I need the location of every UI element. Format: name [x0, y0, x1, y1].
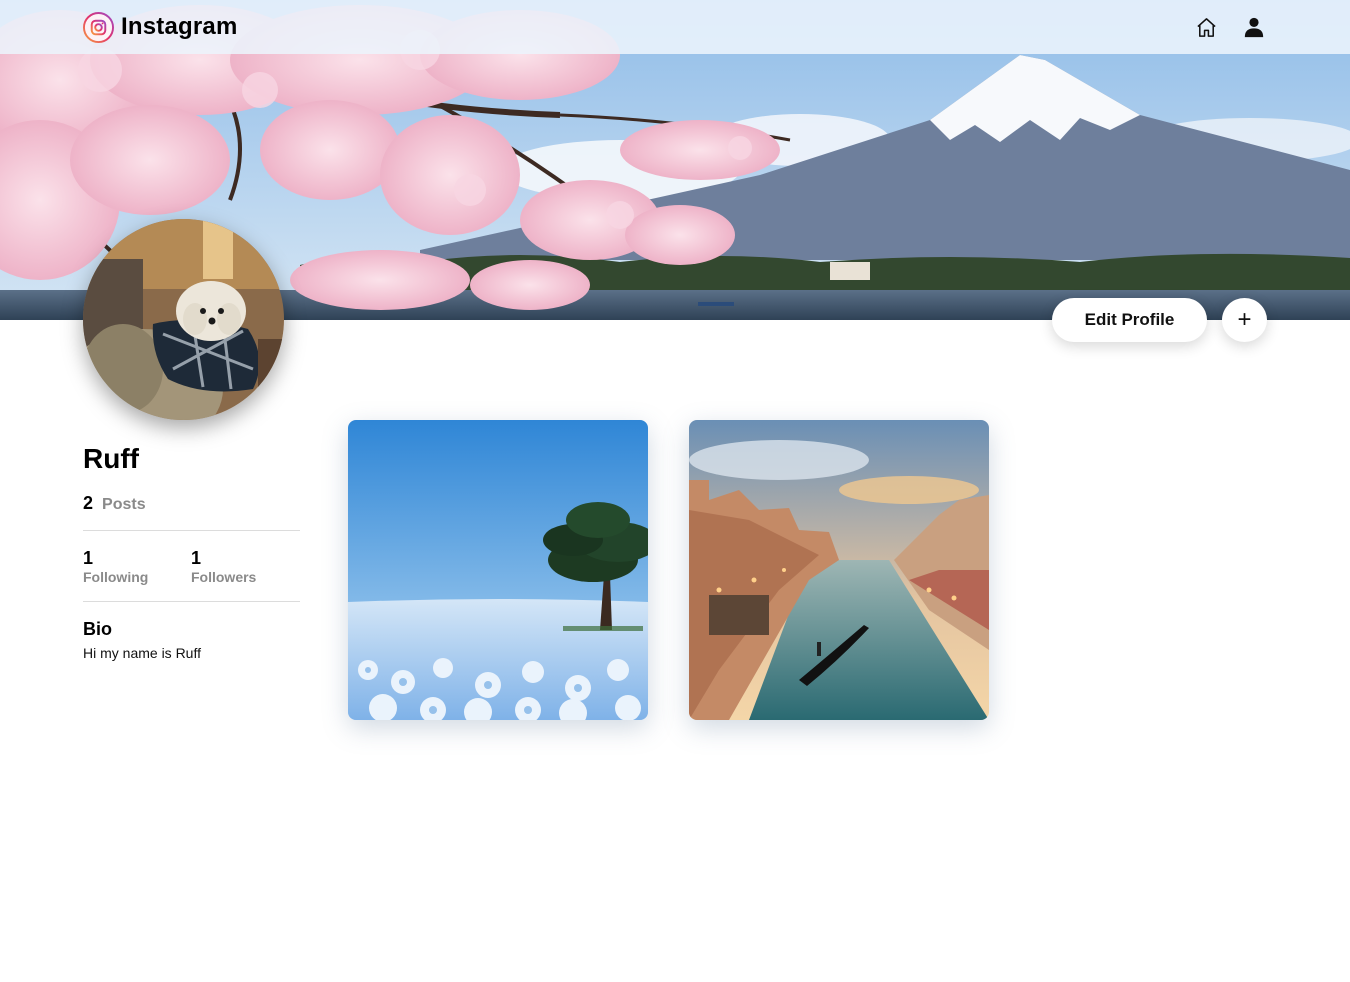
user-icon[interactable]	[1242, 15, 1265, 39]
following-count: 1	[83, 548, 94, 568]
profile-name: Ruff	[83, 443, 139, 474]
home-icon[interactable]	[1195, 15, 1218, 39]
followers-count: 1	[191, 548, 202, 568]
post-thumbnail[interactable]	[348, 420, 648, 720]
app-name: Instagram	[121, 13, 238, 40]
post-thumbnail[interactable]	[689, 420, 989, 720]
posts-count: 2	[83, 493, 94, 513]
followers-label: Followers	[191, 569, 257, 585]
add-post-button[interactable]: +	[1222, 298, 1267, 342]
edit-profile-button[interactable]: Edit Profile	[1052, 298, 1207, 342]
following-stat[interactable]: 1 Following	[83, 548, 148, 585]
brand[interactable]: Instagram	[83, 11, 238, 43]
divider	[83, 601, 300, 602]
bio-text: Hi my name is Ruff	[83, 645, 201, 661]
posts-stat: 2 Posts	[83, 493, 146, 514]
top-navbar: Instagram	[0, 0, 1350, 54]
followers-stat[interactable]: 1 Followers	[191, 548, 256, 585]
posts-label: Posts	[102, 496, 146, 513]
nav-icons	[1195, 15, 1267, 39]
divider	[83, 530, 300, 531]
avatar[interactable]	[83, 219, 284, 420]
bio-title: Bio	[83, 619, 112, 639]
following-label: Following	[83, 569, 149, 585]
instagram-logo-icon	[83, 11, 114, 43]
